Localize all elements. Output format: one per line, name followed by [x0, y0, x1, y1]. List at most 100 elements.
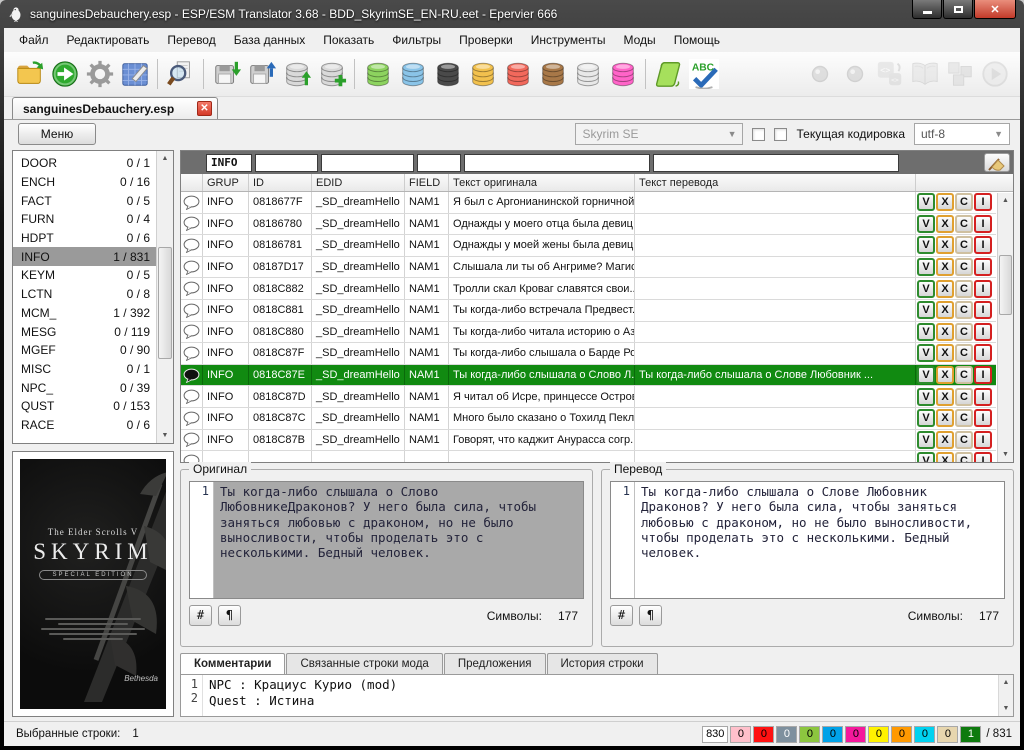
row-button-c[interactable]: C	[955, 236, 973, 254]
row-button-x[interactable]: X	[936, 431, 954, 449]
scrollbar-thumb[interactable]	[999, 255, 1012, 315]
clear-filters-button[interactable]	[984, 153, 1010, 172]
menu-item-2[interactable]: Перевод	[158, 30, 224, 50]
row-button-c[interactable]: C	[955, 366, 973, 384]
game-select[interactable]: Skyrim SE▼	[575, 123, 743, 145]
filter-input-3[interactable]	[417, 154, 461, 172]
row-button-x[interactable]: X	[936, 215, 954, 233]
row-button-i[interactable]: I	[974, 258, 992, 276]
row-button-v[interactable]: V	[917, 193, 935, 211]
sidebar-item-keym[interactable]: KEYM0 / 5	[13, 266, 156, 285]
hash-button[interactable]: #	[610, 605, 633, 626]
row-button-i[interactable]: I	[974, 409, 992, 427]
row-button-v[interactable]: V	[917, 344, 935, 362]
table-row[interactable]: INFO0818C881_SD_dreamHelloNAM1Ты когда-л…	[181, 300, 996, 322]
row-button-c[interactable]: C	[955, 280, 973, 298]
table-scrollbar[interactable]: ▲ ▼	[997, 193, 1013, 462]
filter-input-5[interactable]	[653, 154, 899, 172]
row-button-x[interactable]: X	[936, 236, 954, 254]
menu-item-5[interactable]: Фильтры	[383, 30, 450, 50]
header-cell-2[interactable]: EDID	[312, 174, 405, 191]
sidebar-scrollbar[interactable]: ▲ ▼	[156, 151, 173, 443]
database-black-icon[interactable]	[430, 57, 465, 92]
database-yellow-icon[interactable]	[465, 57, 500, 92]
sidebar-item-npc[interactable]: NPC_0 / 39	[13, 378, 156, 397]
row-button-x[interactable]: X	[936, 301, 954, 319]
menu-item-3[interactable]: База данных	[225, 30, 314, 50]
bottom-tab-1[interactable]: Связанные строки мода	[286, 653, 442, 674]
table-row[interactable]: INFO0818C87E_SD_dreamHelloNAM1Ты когда-л…	[181, 365, 996, 387]
scroll-down-icon[interactable]: ▼	[157, 428, 173, 443]
row-button-c[interactable]: C	[955, 344, 973, 362]
encoding-checkbox[interactable]	[774, 128, 787, 141]
sidebar-item-misc[interactable]: MISC0 / 1	[13, 360, 156, 379]
edit-options-icon[interactable]	[117, 57, 152, 92]
table-row[interactable]: INFO0818C880_SD_dreamHelloNAM1Ты когда-л…	[181, 322, 996, 344]
filter-input-2[interactable]	[321, 154, 414, 172]
sidebar-item-door[interactable]: DOOR0 / 1	[13, 154, 156, 173]
scroll-up-icon[interactable]: ▲	[999, 675, 1013, 690]
database-red-icon[interactable]	[500, 57, 535, 92]
save-import-icon[interactable]	[209, 57, 244, 92]
database-blue-icon[interactable]	[395, 57, 430, 92]
sidebar-item-info[interactable]: INFO1 / 831	[13, 247, 156, 266]
row-button-i[interactable]: I	[974, 366, 992, 384]
table-row[interactable]: INFO08186780_SD_dreamHelloNAM1Однажды у …	[181, 214, 996, 236]
row-button-i[interactable]: I	[974, 301, 992, 319]
pilcrow-button[interactable]: ¶	[639, 605, 662, 626]
pilcrow-button[interactable]: ¶	[218, 605, 241, 626]
script-icon[interactable]	[651, 57, 686, 92]
scroll-down-icon[interactable]: ▼	[998, 447, 1013, 462]
scroll-down-icon[interactable]: ▼	[999, 701, 1013, 716]
table-row[interactable]: INFO0818C882_SD_dreamHelloNAM1Тролли ска…	[181, 278, 996, 300]
menu-item-1[interactable]: Редактировать	[58, 30, 159, 50]
header-cell-5[interactable]: Текст перевода	[635, 174, 916, 191]
open-file-icon[interactable]	[12, 57, 47, 92]
game-lock-checkbox[interactable]	[752, 128, 765, 141]
filter-input-1[interactable]	[255, 154, 318, 172]
row-button-i[interactable]: I	[974, 388, 992, 406]
row-button-i[interactable]: I	[974, 236, 992, 254]
row-button-i[interactable]: I	[974, 215, 992, 233]
sidebar-item-lctn[interactable]: LCTN0 / 8	[13, 285, 156, 304]
filter-input-0[interactable]: INFO	[206, 154, 252, 172]
row-button-i[interactable]: I	[974, 193, 992, 211]
header-cell-4[interactable]: Текст оригинала	[449, 174, 635, 191]
row-button-x[interactable]: X	[936, 193, 954, 211]
encoding-select[interactable]: utf-8▼	[914, 123, 1010, 145]
row-button-v[interactable]: V	[917, 323, 935, 341]
row-button-i[interactable]: I	[974, 280, 992, 298]
comments-scrollbar[interactable]: ▲ ▼	[998, 675, 1013, 716]
sidebar-item-fact[interactable]: FACT0 / 5	[13, 191, 156, 210]
sidebar-item-qust[interactable]: QUST0 / 153	[13, 397, 156, 416]
row-button-v[interactable]: V	[917, 258, 935, 276]
row-button-v[interactable]: V	[917, 301, 935, 319]
table-row[interactable]: INFO0818C87C_SD_dreamHelloNAM1Много было…	[181, 408, 996, 430]
row-button-c[interactable]: C	[955, 301, 973, 319]
maximize-button[interactable]	[943, 0, 973, 19]
database-green-icon[interactable]	[360, 57, 395, 92]
row-button-c[interactable]: C	[955, 215, 973, 233]
row-button-c[interactable]: C	[955, 323, 973, 341]
sidebar-item-race[interactable]: RACE0 / 6	[13, 416, 156, 435]
database-white-icon[interactable]	[570, 57, 605, 92]
table-row[interactable]: INFO0818C87F_SD_dreamHelloNAM1Ты когда-л…	[181, 343, 996, 365]
menu-item-6[interactable]: Проверки	[450, 30, 522, 50]
row-button-c[interactable]: C	[955, 193, 973, 211]
scroll-up-icon[interactable]: ▲	[157, 151, 173, 166]
row-button-i[interactable]: I	[974, 323, 992, 341]
menu-item-8[interactable]: Моды	[615, 30, 665, 50]
bottom-tab-2[interactable]: Предложения	[444, 653, 546, 674]
row-button-x[interactable]: X	[936, 409, 954, 427]
menu-item-4[interactable]: Показать	[314, 30, 383, 50]
menu-item-7[interactable]: Инструменты	[522, 30, 615, 50]
table-row[interactable]: INFO0818C87B_SD_dreamHelloNAM1Говорят, ч…	[181, 430, 996, 452]
sidebar-item-mcm[interactable]: MCM_1 / 392	[13, 304, 156, 323]
filter-input-4[interactable]	[464, 154, 650, 172]
row-button-x[interactable]: X	[936, 323, 954, 341]
sidebar-item-furn[interactable]: FURN0 / 4	[13, 210, 156, 229]
row-button-v[interactable]: V	[917, 409, 935, 427]
document-tab[interactable]: sanguinesDebauchery.esp ✕	[12, 97, 218, 119]
row-button-v[interactable]: V	[917, 431, 935, 449]
spellcheck-icon[interactable]: ABC	[686, 57, 721, 92]
